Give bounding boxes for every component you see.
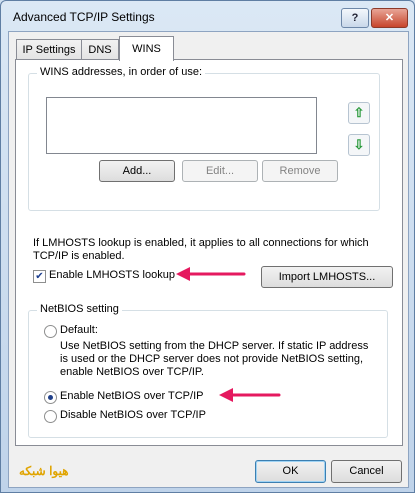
netbios-default-radio[interactable] xyxy=(44,325,57,338)
annotation-arrow-netbios xyxy=(219,388,281,402)
ok-button[interactable]: OK xyxy=(255,460,326,483)
enable-lmhosts-label[interactable]: Enable LMHOSTS lookup xyxy=(49,269,175,281)
tab-wins[interactable]: WINS xyxy=(119,36,174,61)
edit-button[interactable]: Edit... xyxy=(182,160,258,182)
tab-ip-settings[interactable]: IP Settings xyxy=(16,39,82,60)
move-up-button[interactable]: ⇧ xyxy=(348,102,370,124)
netbios-default-description: Use NetBIOS setting from the DHCP server… xyxy=(60,340,369,378)
move-down-button[interactable]: ⇩ xyxy=(348,134,370,156)
radio-selected-dot xyxy=(48,395,53,400)
wins-tab-panel: WINS addresses, in order of use: ⇧ ⇩ Add… xyxy=(15,59,403,446)
wins-address-list[interactable] xyxy=(46,97,317,154)
tab-dns[interactable]: DNS xyxy=(81,39,119,60)
netbios-group-label: NetBIOS setting xyxy=(37,303,122,315)
arrow-down-icon: ⇩ xyxy=(353,137,365,152)
add-button[interactable]: Add... xyxy=(99,160,175,182)
netbios-enable-label[interactable]: Enable NetBIOS over TCP/IP xyxy=(60,390,203,402)
netbios-enable-radio[interactable] xyxy=(44,391,57,404)
netbios-setting-group: NetBIOS setting Default: Use NetBIOS set… xyxy=(28,303,388,438)
netbios-disable-radio[interactable] xyxy=(44,410,57,423)
wins-addresses-group: WINS addresses, in order of use: ⇧ ⇩ Add… xyxy=(28,66,380,211)
advanced-tcpip-dialog: Advanced TCP/IP Settings ? ✕ IP Settings… xyxy=(0,0,415,493)
arrow-up-icon: ⇧ xyxy=(353,105,365,120)
window-title: Advanced TCP/IP Settings xyxy=(13,10,155,24)
checkmark-icon: ✔ xyxy=(35,271,44,282)
watermark-logo: هیوا شبکه xyxy=(19,464,69,478)
remove-button[interactable]: Remove xyxy=(262,160,338,182)
import-lmhosts-button[interactable]: Import LMHOSTS... xyxy=(261,266,393,288)
netbios-disable-label[interactable]: Disable NetBIOS over TCP/IP xyxy=(60,409,206,421)
enable-lmhosts-checkbox[interactable]: ✔ xyxy=(33,270,46,283)
lmhosts-description: If LMHOSTS lookup is enabled, it applies… xyxy=(33,237,369,262)
cancel-button[interactable]: Cancel xyxy=(331,460,402,483)
dialog-body: IP Settings DNS WINS WINS addresses, in … xyxy=(8,31,409,488)
annotation-arrow-lmhosts xyxy=(176,267,246,281)
close-button[interactable]: ✕ xyxy=(371,8,408,28)
netbios-default-label[interactable]: Default: xyxy=(60,324,98,336)
title-bar[interactable]: Advanced TCP/IP Settings ? ✕ xyxy=(1,1,414,31)
help-button[interactable]: ? xyxy=(341,8,369,28)
wins-group-label: WINS addresses, in order of use: xyxy=(37,66,206,78)
